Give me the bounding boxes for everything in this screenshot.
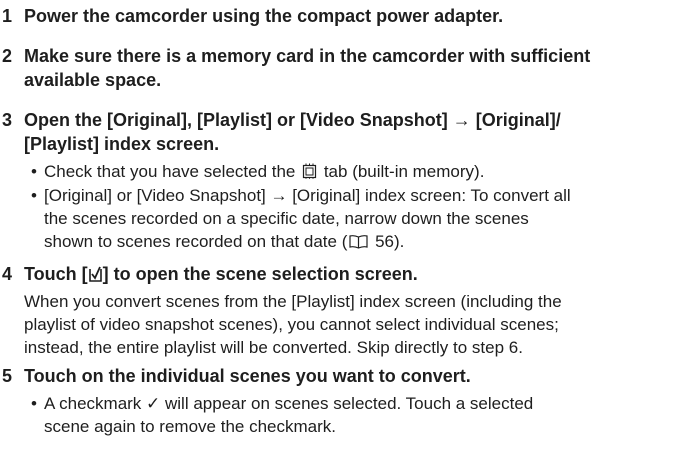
description-line: When you convert scenes from the [Playli…	[24, 292, 562, 311]
description-line: instead, the entire playlist will be con…	[24, 338, 523, 357]
bullet-text: shown to scenes recorded on that date (	[44, 232, 348, 251]
select-checkbox-icon	[88, 264, 102, 288]
step-title-line: available space.	[24, 70, 162, 90]
step-title: Power the camcorder using the compact po…	[24, 6, 504, 26]
step-title-line: Open the [Original], [Playlist] or [Vide…	[24, 110, 561, 130]
bullet-text: tab (built-in memory).	[319, 162, 485, 181]
step-title: Open the [Original], [Playlist] or [Vide…	[24, 108, 664, 156]
bullet-item: [Original] or [Video Snapshot] → [Origin…	[31, 184, 674, 255]
description-line: playlist of video snapshot scenes), you …	[24, 315, 559, 334]
step-number: 1	[2, 6, 13, 26]
step-title: Touch on the individual scenes you want …	[24, 366, 471, 386]
bullet-item: Check that you have selected the tab (bu…	[31, 160, 674, 185]
instruction-page: 1 Power the camcorder using the compact …	[0, 0, 677, 454]
step-number: 5	[2, 366, 13, 386]
step-title-line: [Playlist] index screen.	[24, 134, 220, 154]
built-in-memory-icon	[302, 162, 317, 185]
bullet-line: [Original] or [Video Snapshot] → [Origin…	[44, 186, 571, 205]
bullet-line: shown to scenes recorded on that date ( …	[44, 230, 674, 255]
step-title-text: ] to open the scene selection screen.	[102, 264, 418, 284]
bullet-item: A checkmark ✓ will appear on scenes sele…	[31, 392, 674, 438]
bullet-text: Check that you have selected the	[44, 162, 301, 181]
step-description: When you convert scenes from the [Playli…	[24, 290, 674, 359]
bullet-line: scene again to remove the checkmark.	[44, 417, 336, 436]
step-number: 4	[2, 264, 13, 284]
step-number: 3	[2, 110, 13, 130]
bullet-line: the scenes recorded on a specific date, …	[44, 209, 529, 228]
bullet-text: 56).	[370, 232, 405, 251]
step-title: Touch [ ] to open the scene selection scr…	[24, 262, 664, 288]
step-title-text: Touch [	[24, 264, 88, 284]
step-title: Make sure there is a memory card in the …	[24, 44, 664, 92]
step-title-line: Make sure there is a memory card in the …	[24, 46, 591, 66]
step-number: 2	[2, 46, 13, 66]
bullet-line: A checkmark ✓ will appear on scenes sele…	[44, 394, 534, 413]
book-reference-icon	[349, 232, 368, 255]
